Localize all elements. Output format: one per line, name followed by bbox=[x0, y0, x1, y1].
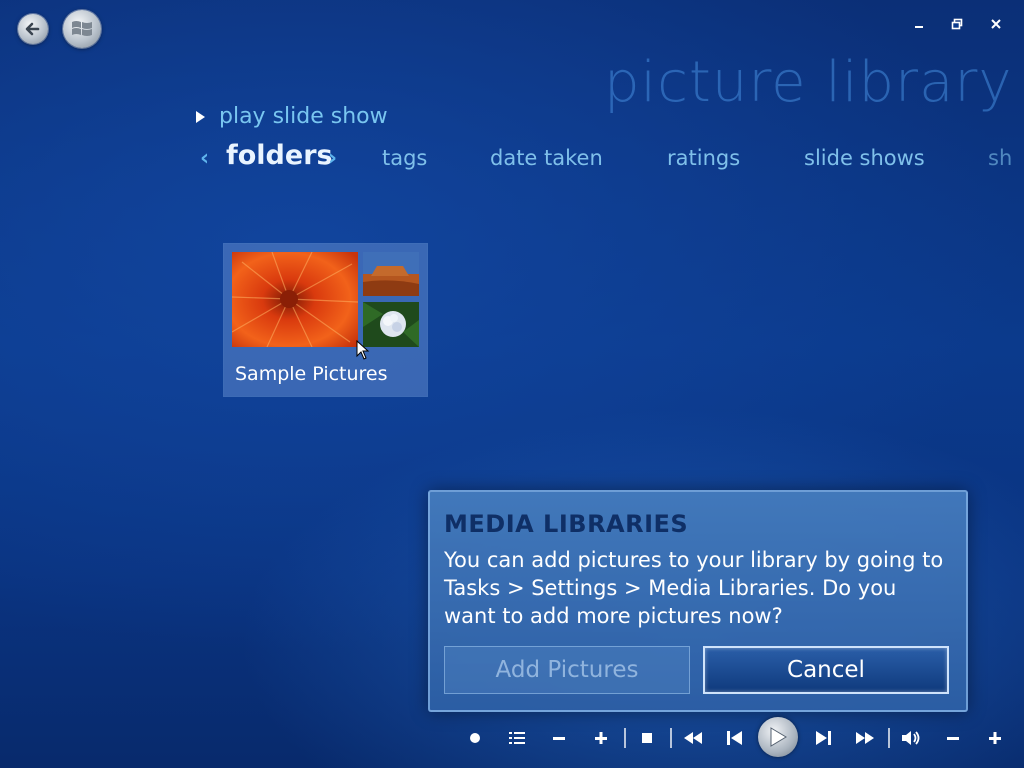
volume-down-button[interactable] bbox=[936, 720, 970, 756]
stop-button[interactable] bbox=[630, 720, 664, 756]
record-button[interactable] bbox=[458, 720, 492, 756]
stop-icon bbox=[642, 733, 652, 743]
volume-up-button[interactable] bbox=[978, 720, 1012, 756]
channel-minus-button[interactable] bbox=[542, 720, 576, 756]
channel-minus-icon bbox=[553, 737, 565, 740]
folder-thumbnail-desert bbox=[363, 252, 419, 296]
play-button[interactable] bbox=[758, 717, 798, 757]
record-icon bbox=[470, 733, 480, 743]
tab-tags[interactable]: tags bbox=[382, 146, 427, 170]
folder-tile[interactable]: Sample Pictures bbox=[224, 244, 427, 396]
channel-plus-button[interactable] bbox=[584, 720, 618, 756]
transport-divider bbox=[888, 728, 890, 748]
media-libraries-dialog: MEDIA LIBRARIES You can add pictures to … bbox=[428, 490, 968, 712]
restore-button[interactable] bbox=[946, 13, 968, 35]
tab-ratings[interactable]: ratings bbox=[667, 146, 740, 170]
play-slide-show-label: play slide show bbox=[219, 104, 388, 129]
play-icon bbox=[770, 727, 787, 747]
windows-logo-icon bbox=[72, 21, 92, 36]
minimize-button[interactable] bbox=[908, 13, 930, 35]
back-arrow-icon bbox=[25, 22, 40, 36]
chevron-right-icon[interactable]: › bbox=[328, 146, 337, 171]
dialog-message: You can add pictures to your library by … bbox=[444, 548, 944, 628]
add-pictures-button[interactable]: Add Pictures bbox=[444, 646, 690, 694]
previous-button[interactable] bbox=[718, 720, 752, 756]
tab-slide-shows[interactable]: slide shows bbox=[804, 146, 925, 170]
transport-controls bbox=[458, 717, 1024, 760]
start-button[interactable] bbox=[63, 10, 101, 48]
transport-divider bbox=[624, 728, 626, 748]
previous-icon bbox=[727, 731, 742, 745]
playlist-icon bbox=[509, 732, 525, 744]
tab-date-taken[interactable]: date taken bbox=[490, 146, 603, 170]
page-title: picture library bbox=[604, 50, 1013, 115]
next-icon bbox=[816, 731, 831, 745]
chevron-left-icon[interactable]: ‹ bbox=[200, 146, 209, 171]
close-button[interactable] bbox=[985, 13, 1007, 35]
play-triangle-icon bbox=[196, 110, 205, 123]
back-button[interactable] bbox=[18, 14, 48, 44]
view-tabs: ‹ folders › tags date taken ratings slid… bbox=[200, 140, 1024, 180]
folder-label: Sample Pictures bbox=[235, 363, 388, 385]
folder-thumbnail-flower bbox=[232, 252, 358, 347]
fast-forward-button[interactable] bbox=[848, 720, 882, 756]
minimize-icon bbox=[915, 26, 923, 28]
restore-icon bbox=[951, 18, 963, 30]
rewind-icon bbox=[684, 732, 702, 744]
rewind-button[interactable] bbox=[676, 720, 710, 756]
mute-button[interactable] bbox=[894, 720, 928, 756]
dialog-title: MEDIA LIBRARIES bbox=[444, 510, 689, 538]
mouse-cursor-icon bbox=[356, 340, 370, 360]
transport-divider bbox=[670, 728, 672, 748]
channel-plus-icon bbox=[595, 732, 607, 744]
fast-forward-icon bbox=[856, 732, 874, 744]
volume-down-icon bbox=[947, 737, 959, 740]
play-slide-show-link[interactable]: play slide show bbox=[196, 104, 388, 129]
volume-up-icon bbox=[989, 732, 1001, 744]
mute-icon bbox=[902, 731, 920, 745]
folder-thumbnail-hydrangea bbox=[363, 302, 419, 347]
close-icon bbox=[991, 19, 1001, 29]
next-button[interactable] bbox=[806, 720, 840, 756]
tab-shared[interactable]: sh bbox=[988, 146, 1012, 170]
playlist-button[interactable] bbox=[500, 720, 534, 756]
tab-folders[interactable]: folders bbox=[226, 140, 333, 171]
cancel-button[interactable]: Cancel bbox=[703, 646, 949, 694]
